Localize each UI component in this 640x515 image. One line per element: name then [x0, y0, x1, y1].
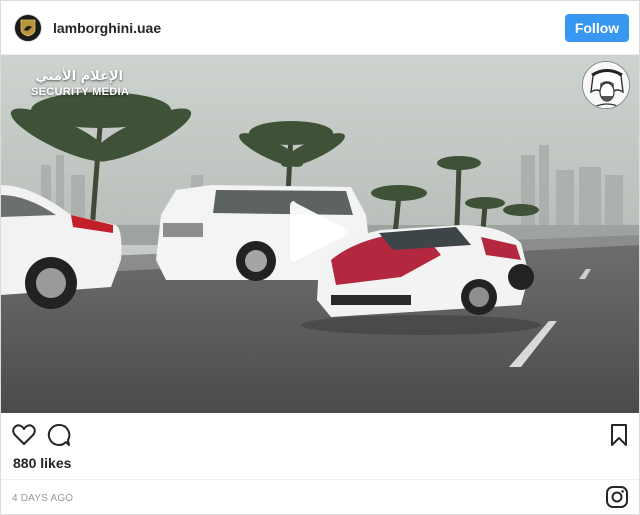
portrait-icon	[583, 62, 629, 108]
portrait-badge	[582, 61, 630, 109]
bookmark-icon	[611, 424, 627, 446]
heart-icon	[12, 424, 36, 445]
play-button[interactable]	[288, 197, 350, 267]
like-button[interactable]	[11, 422, 37, 448]
comment-icon	[47, 423, 71, 446]
profile-avatar[interactable]	[14, 13, 42, 42]
security-media-watermark: الإعلام الأمني SECURITY MEDIA	[31, 69, 129, 98]
post-video[interactable]: الإعلام الأمني SECURITY MEDIA	[1, 55, 639, 413]
lamborghini-shield-icon	[20, 19, 36, 36]
likes-count[interactable]: 880 likes	[13, 455, 71, 471]
divider	[1, 479, 639, 480]
watermark-english-text: SECURITY MEDIA	[31, 86, 130, 98]
username-link[interactable]: lamborghini.uae	[53, 20, 161, 36]
follow-button[interactable]: Follow	[565, 13, 629, 42]
post-timestamp[interactable]: 4 DAYS AGO	[12, 493, 73, 504]
instagram-logo-link[interactable]	[605, 485, 629, 509]
post-header: lamborghini.uae Follow	[1, 1, 639, 55]
watermark-arabic-text: الإعلام الأمني	[35, 69, 123, 84]
instagram-icon	[606, 486, 628, 508]
comment-button[interactable]	[46, 422, 72, 448]
action-bar	[1, 413, 639, 453]
play-icon	[290, 201, 348, 262]
instagram-embed-card: lamborghini.uae Follow الإعلام الأمني SE…	[0, 0, 640, 515]
save-button[interactable]	[606, 422, 632, 448]
